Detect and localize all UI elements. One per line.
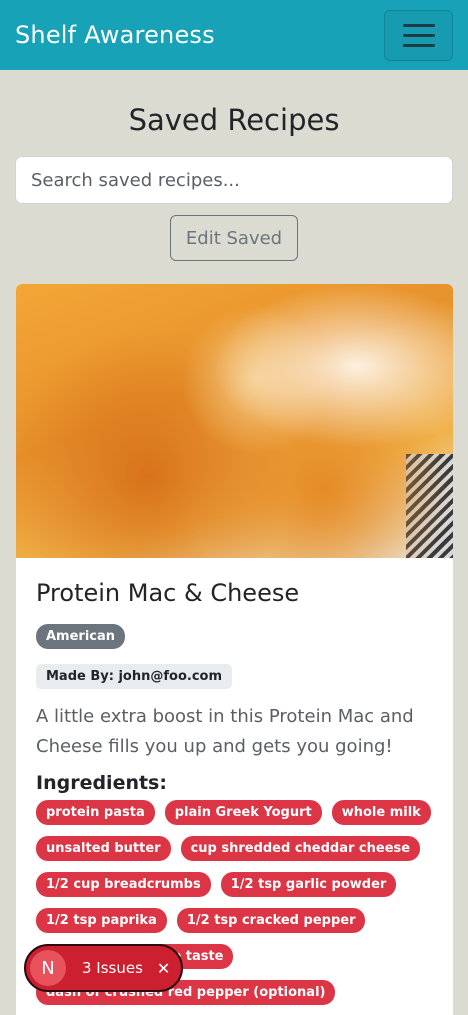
recipe-title: Protein Mac & Cheese — [36, 579, 300, 607]
recipe-description: A little extra boost in this Protein Mac… — [36, 706, 414, 757]
navbar-toggle-button[interactable] — [384, 9, 453, 61]
ingredient-badge: 1/2 tsp garlic powder — [220, 872, 397, 897]
ingredient-badge: 1/2 tsp paprika — [36, 908, 167, 933]
ingredient-badge: 1/2 tsp cracked pepper — [176, 908, 366, 933]
recipe-card[interactable]: Protein Mac & Cheese American Made By: j… — [16, 284, 453, 1015]
edit-saved-button[interactable]: Edit Saved — [170, 215, 298, 261]
edit-wrap: Edit Saved — [0, 215, 468, 261]
cuisine-badge: American — [36, 624, 126, 649]
issues-label: 3 Issues — [82, 959, 143, 977]
made-by-badge: Made By: john@foo.com — [36, 664, 233, 689]
hamburger-icon — [402, 23, 435, 27]
ingredient-badge: protein pasta — [36, 800, 155, 825]
page-title: Saved Recipes — [128, 103, 340, 137]
ingredient-badge: unsalted butter — [36, 836, 171, 861]
navbar: Shelf Awareness — [0, 0, 468, 70]
brand-title[interactable]: Shelf Awareness — [15, 21, 215, 49]
ingredients-heading: Ingredients: — [36, 772, 167, 794]
ingredient-badge: cup shredded cheddar cheese — [180, 836, 421, 861]
close-icon[interactable]: ✕ — [157, 959, 170, 978]
issues-indicator[interactable]: N 3 Issues ✕ — [24, 944, 183, 992]
issues-avatar: N — [30, 950, 66, 986]
ingredient-badge: whole milk — [331, 800, 431, 825]
search-input[interactable] — [15, 156, 453, 204]
recipe-card-body: Protein Mac & Cheese American Made By: j… — [16, 558, 453, 1005]
ingredient-badge: plain Greek Yogurt — [164, 800, 322, 825]
ingredient-badge: 1/2 cup breadcrumbs — [36, 872, 211, 897]
recipe-image[interactable] — [16, 284, 453, 558]
